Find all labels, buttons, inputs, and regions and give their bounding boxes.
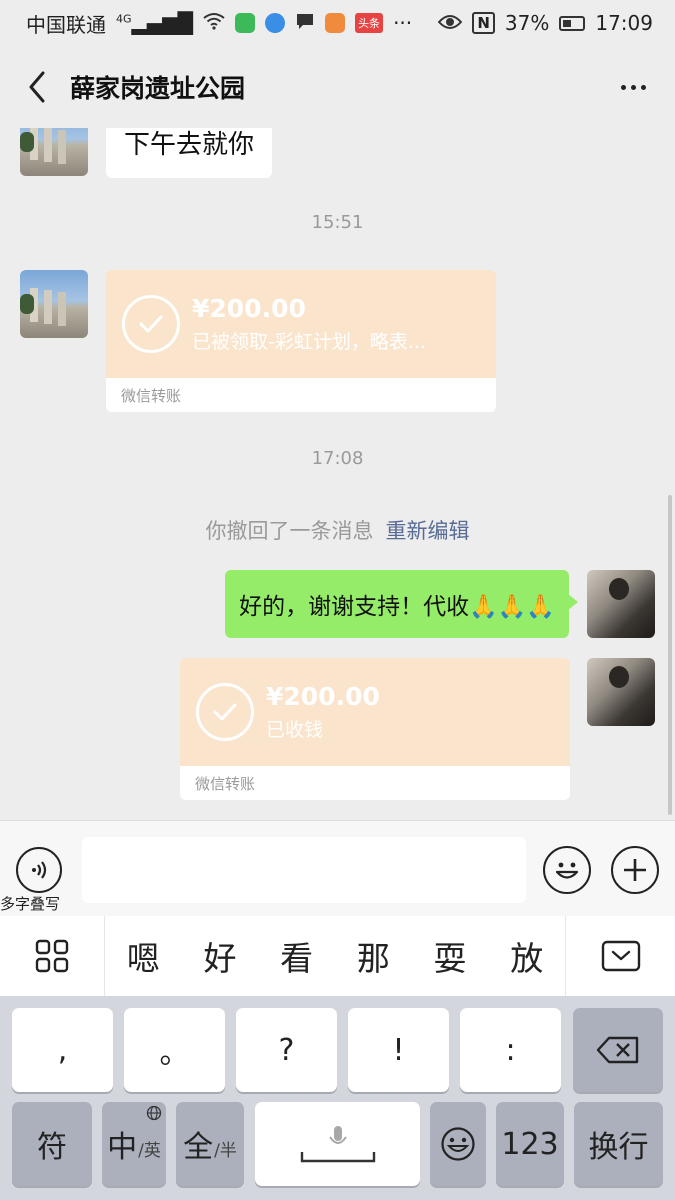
more-dot-icon [620,84,626,90]
transfer-card-accepted[interactable]: ¥200.00 已收钱 微信转账 [180,658,570,800]
contact-avatar[interactable] [20,270,88,338]
clock: 17:09 [595,11,653,35]
candidate-word[interactable]: 耍 [412,932,489,980]
eye-comfort-icon [437,11,463,35]
candidate-word[interactable]: 好 [182,932,259,980]
transfer-card-received[interactable]: ¥200.00 已被领取-彩虹计划，略表... 微信转账 [106,270,496,412]
back-button[interactable] [22,67,52,107]
checkmark-circle-icon [196,683,254,741]
smiley-icon [555,862,579,879]
transfer-amount: ¥200.00 [266,682,380,711]
transfer-footer: 微信转账 [121,386,182,405]
more-notifications-icon: ··· [393,11,413,35]
transfer-description: 已被领取-彩虹计划，略表... [192,331,426,353]
key-exclamation[interactable]: ! [348,1008,449,1092]
plus-icon [624,859,646,881]
scrollbar[interactable] [668,495,672,815]
nfc-icon: N [472,12,495,34]
app-notification-icon [235,13,256,33]
my-avatar[interactable] [587,570,655,638]
microphone-icon [328,1126,347,1144]
checkmark-circle-icon [122,295,180,353]
contact-avatar[interactable] [20,128,88,176]
ime-keyboard: , 。 ? ! : 符 中/英 全/半 123 换行 [0,996,675,1200]
zhong-label: 中 [107,1130,138,1165]
key-question[interactable]: ? [236,1008,337,1092]
wifi-icon [203,11,225,35]
ying-label: /英 [138,1140,161,1161]
backspace-icon [596,1036,639,1064]
candidate-word[interactable]: 嗯 [105,932,182,980]
voice-input-button[interactable] [16,847,62,893]
candidate-word[interactable]: 放 [488,932,565,980]
ban-label: /半 [214,1140,237,1161]
message-input[interactable] [82,837,526,903]
more-actions-button[interactable] [611,846,659,894]
more-dot-icon [640,84,646,90]
key-comma[interactable]: , [12,1008,113,1092]
back-arrow-icon [29,71,45,103]
transfer-footer: 微信转账 [195,774,256,793]
recall-text: 你撤回了一条消息 [205,519,374,543]
ime-candidate-bar: 嗯 好 看 那 耍 放 [0,916,675,996]
space-bar-icon [300,1152,375,1163]
candidate-word[interactable]: 看 [258,932,335,980]
transfer-amount: ¥200.00 [192,294,306,323]
app-notification-icon [325,13,346,33]
candidate-word[interactable]: 那 [335,932,412,980]
app-notification-icon [265,13,286,33]
voice-wave-icon [32,861,47,879]
emoji-button[interactable] [543,846,591,894]
toutiao-icon: 头条 [355,13,384,33]
chat-title: 薛家岗遗址公园 [70,74,246,103]
enter-key[interactable]: 换行 [574,1102,663,1186]
symbols-key[interactable]: 符 [12,1102,92,1186]
battery-percent: 37% [504,11,550,35]
globe-icon [146,1105,162,1121]
carrier-label: 中国联通 [26,12,106,37]
re-edit-link[interactable]: 重新编辑 [386,519,470,543]
transfer-description: 已收钱 [266,719,324,741]
my-avatar[interactable] [587,658,655,726]
input-bar: 多字叠写 [0,820,675,916]
emoji-key[interactable] [430,1102,486,1186]
message-timestamp: 17:08 [311,448,364,469]
more-options-button[interactable] [613,72,653,102]
incoming-message-bubble[interactable]: 下午去就你 [106,128,273,178]
key-colon[interactable]: : [460,1008,561,1092]
outgoing-message-bubble[interactable]: 好的，谢谢支持！代收🙏🙏🙏 [225,570,578,638]
space-key[interactable] [255,1102,420,1186]
chat-header: 薛家岗遗址公园 [0,46,675,128]
handwriting-mode-label[interactable]: 多字叠写 [0,893,60,914]
message-list[interactable]: 下午去就你 15:51 ¥200.00 已被领取-彩虹计划，略表... 微信转账… [0,128,675,818]
battery-icon [559,15,586,31]
network-type: 4G▂▄▆█ [116,11,194,35]
recall-notice: 你撤回了一条消息 重新编辑 [0,515,675,545]
keyboard-hide-icon [601,940,640,972]
message-timestamp: 15:51 [311,212,364,233]
numbers-key[interactable]: 123 [496,1102,564,1186]
smiley-icon [441,1127,475,1161]
ime-menu-button[interactable] [0,916,105,996]
backspace-key[interactable] [573,1008,663,1092]
collapse-keyboard-button[interactable] [565,916,675,996]
status-bar: 中国联通 4G▂▄▆█ 头条 ··· N 37% 17:09 [0,0,675,46]
chat-bubble-icon [295,11,315,35]
key-period[interactable]: 。 [124,1008,225,1092]
full-half-width-key[interactable]: 全/半 [176,1102,244,1186]
more-dot-icon [630,84,636,90]
chinese-english-toggle-key[interactable]: 中/英 [102,1102,166,1186]
grid-icon [35,939,69,973]
quan-label: 全 [183,1130,214,1165]
